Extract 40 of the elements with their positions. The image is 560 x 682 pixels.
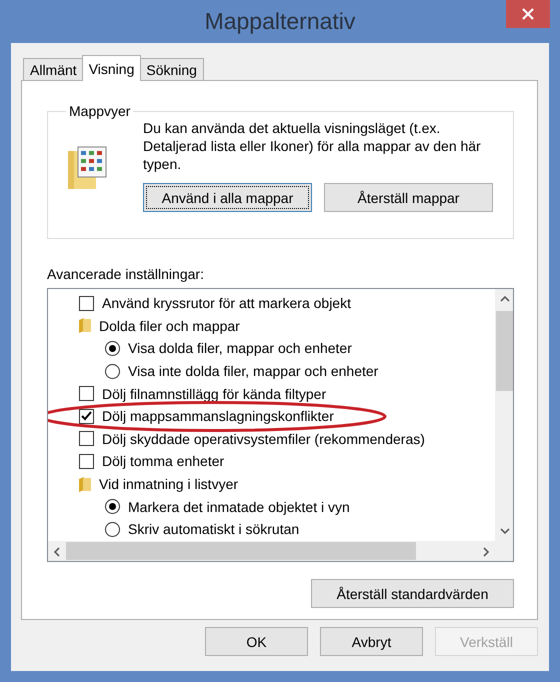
tab[interactable]: Sökning — [139, 58, 204, 80]
setting-label: Dölj mappsammanslagningskonflikter — [102, 408, 334, 424]
setting-label: Dölj skyddade operativsystemfiler (rekommenderas) — [102, 430, 425, 447]
setting-label: Visa dolda filer, mappar och enheter — [128, 340, 352, 356]
checkbox[interactable] — [79, 296, 94, 311]
setting-label: Skriv automatiskt i sökrutan — [128, 521, 300, 538]
tab[interactable]: Allmänt — [23, 58, 84, 80]
horizontal-scrollbar[interactable] — [48, 541, 495, 561]
checkbox[interactable] — [79, 454, 94, 469]
setting-label: Visa inte dolda filer, mappar och enheter — [128, 363, 378, 380]
setting-label: Vid inmatning i listvyer — [99, 476, 238, 492]
section-label: Avancerade inställningar: — [47, 266, 205, 282]
close-button[interactable] — [506, 0, 550, 28]
checkbox[interactable] — [79, 386, 94, 402]
folder-icon — [79, 476, 91, 492]
tab[interactable]: Visning — [82, 55, 142, 81]
checkbox[interactable] — [79, 408, 94, 424]
group-title: Mappvyer — [68, 103, 132, 119]
setting-label: Dölj tomma enheter — [102, 453, 224, 470]
checkbox[interactable] — [79, 431, 94, 446]
setting-label: Markera det inmatade objektet i vyn — [128, 498, 350, 515]
radio-button[interactable] — [105, 364, 120, 379]
folder-view-button[interactable]: Använd i alla mappar — [143, 183, 312, 212]
radio-button[interactable] — [105, 499, 120, 514]
dialog-button[interactable]: Avbryt — [320, 627, 423, 656]
radio-button[interactable] — [105, 340, 120, 356]
folder-icon — [79, 318, 91, 334]
close-icon — [522, 8, 534, 20]
restore-defaults-button[interactable]: Återställ standardvärden — [311, 579, 514, 608]
window-title: Mappalternativ — [204, 8, 356, 35]
scroll-thumb[interactable] — [496, 311, 512, 391]
vertical-scrollbar[interactable] — [495, 289, 513, 541]
scroll-thumb[interactable] — [66, 542, 416, 560]
setting-label: Använd kryssrutor för att markera objekt — [102, 295, 351, 312]
setting-label: Dolda filer och mappar — [99, 318, 240, 334]
folder-view-button[interactable]: Återställ mappar — [324, 183, 493, 212]
dialog-button[interactable]: OK — [205, 627, 308, 656]
radio-button[interactable] — [105, 522, 120, 537]
setting-label: Dölj filnamnstillägg för kända filtyper — [102, 386, 326, 402]
description-text: Du kan använda det aktuella visningsläget (t.ex. Detaljerad lista eller Ikoner) för alla mappar av den här typen. — [143, 119, 482, 173]
